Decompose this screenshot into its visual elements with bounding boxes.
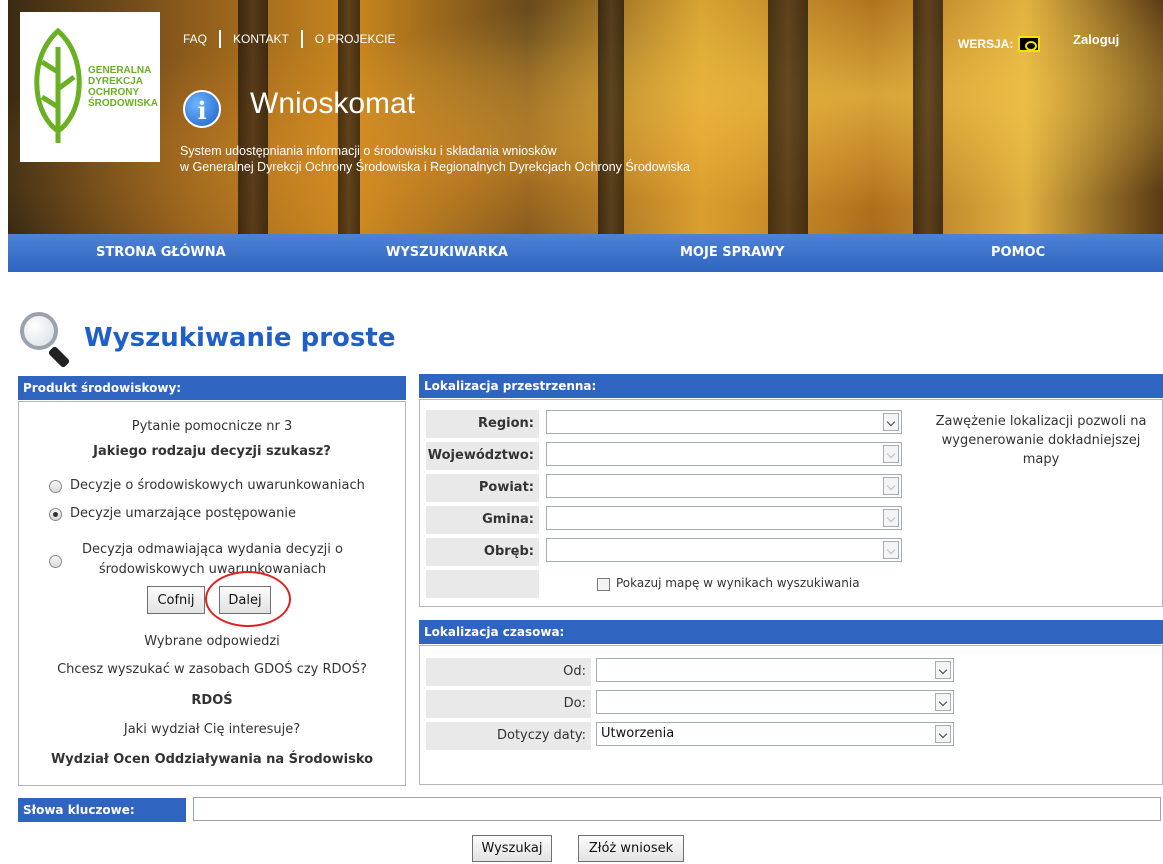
from-select[interactable]	[596, 658, 954, 682]
spatial-panel-heading: Lokalizacja przestrzenna:	[419, 374, 1163, 398]
spatial-panel: Region: Województwo: Powiat: Gmina: Obrę…	[419, 399, 1163, 607]
commune-select[interactable]	[546, 506, 902, 530]
answer-question: Jaki wydział Cię interesuje?	[123, 722, 301, 737]
chevron-down-icon	[883, 541, 899, 559]
faq-link[interactable]: FAQ	[183, 30, 222, 48]
magnifier-icon	[18, 310, 74, 369]
to-select[interactable]	[596, 690, 954, 714]
banner-tree-trunk	[768, 0, 808, 240]
keywords-input[interactable]	[193, 797, 1161, 821]
temporal-panel: Od: Do: Dotyczy daty: Utworzenia	[419, 645, 1163, 785]
question-number: Pytanie pomocnicze nr 3	[131, 419, 293, 434]
login-link[interactable]: Zaloguj	[1073, 32, 1119, 47]
chevron-down-icon	[935, 693, 951, 711]
main-nav: STRONA GŁÓWNA WYSZUKIWARKA MOJE SPRAWY P…	[8, 234, 1163, 272]
voivodeship-select[interactable]	[546, 442, 902, 466]
option-label: Decyzja odmawiająca wydania decyzji o śr…	[82, 540, 343, 580]
answers-heading: Wybrane odpowiedzi	[144, 634, 280, 649]
voivodeship-label: Województwo:	[426, 442, 539, 470]
question-text: Jakiego rodzaju decyzji szukasz?	[93, 444, 331, 459]
top-links: FAQ KONTAKT O PROJEKCIE	[183, 30, 407, 48]
option-row[interactable]: Decyzje o środowiskowych uwarunkowaniach	[49, 478, 365, 493]
option-label: Decyzje o środowiskowych uwarunkowaniach	[70, 478, 365, 493]
next-button[interactable]: Dalej	[219, 586, 271, 614]
chevron-down-icon	[883, 509, 899, 527]
commune-label: Gmina:	[426, 506, 539, 534]
product-panel: Pytanie pomocnicze nr 3 Jakiego rodzaju …	[18, 401, 406, 786]
info-icon: i	[183, 90, 221, 128]
logo-line: ŚRODOWISKA	[88, 98, 158, 109]
region-select[interactable]	[546, 410, 902, 434]
version-label: WERSJA:	[958, 37, 1014, 51]
option-label-line: środowiskowych uwarunkowaniach	[98, 562, 327, 577]
answer-value: RDOŚ	[191, 693, 233, 708]
magnifier-handle	[47, 345, 71, 369]
product-panel-heading: Produkt środowiskowy:	[18, 376, 406, 400]
spatial-hint: Zawężenie lokalizacji pozwoli na wygener…	[935, 414, 1147, 467]
option-label: Decyzje umarzające postępowanie	[70, 506, 297, 521]
from-label: Od:	[426, 658, 591, 686]
region-label: Region:	[426, 410, 539, 438]
keywords-label: Słowa kluczowe:	[18, 798, 186, 822]
option-label-line: Decyzja odmawiająca wydania decyzji o	[82, 542, 343, 557]
temporal-panel-heading: Lokalizacja czasowa:	[419, 620, 1163, 644]
version-switcher: WERSJA:	[958, 36, 1041, 52]
nav-search[interactable]: WYSZUKIWARKA	[386, 234, 508, 272]
nav-home[interactable]: STRONA GŁÓWNA	[96, 234, 226, 272]
gdos-logo[interactable]: GENERALNA DYREKCJA OCHRONY ŚRODOWISKA	[20, 12, 160, 162]
app-subtitle-line: System udostępniania informacji o środow…	[180, 144, 557, 158]
magnifier-lens	[20, 312, 58, 350]
show-map-checkbox[interactable]	[597, 578, 610, 591]
page-title: Wyszukiwanie proste	[84, 323, 396, 353]
logo-line: OCHRONY	[88, 87, 140, 98]
banner-tree-trunk	[913, 0, 943, 240]
date-type-select-value: Utworzenia	[601, 726, 675, 741]
to-label: Do:	[426, 690, 591, 718]
date-type-label: Dotyczy daty:	[426, 722, 591, 750]
chevron-down-icon	[935, 725, 951, 743]
nav-my-cases[interactable]: MOJE SPRAWY	[680, 234, 784, 272]
back-button[interactable]: Cofnij	[147, 586, 205, 614]
answer-question: Chcesz wyszukać w zasobach GDOŚ czy RDOŚ…	[57, 662, 367, 677]
logo-line: GENERALNA	[88, 65, 152, 76]
nav-help[interactable]: POMOC	[991, 234, 1045, 272]
app-subtitle-line: w Generalnej Dyrekcji Ochrony Środowiska…	[180, 160, 690, 174]
logo-text: GENERALNA DYREKCJA OCHRONY ŚRODOWISKA	[88, 65, 158, 109]
option-row[interactable]: Decyzje umarzające postępowanie	[49, 506, 296, 521]
county-label: Powiat:	[426, 474, 539, 502]
search-button[interactable]: Wyszukaj	[472, 835, 552, 862]
radio-button-checked[interactable]	[49, 508, 62, 521]
empty-label-cell	[426, 570, 539, 598]
county-select[interactable]	[546, 474, 902, 498]
leaf-logo-icon	[34, 27, 82, 143]
banner-tree-trunk	[598, 0, 624, 240]
chevron-down-icon	[883, 477, 899, 495]
date-type-select[interactable]: Utworzenia	[596, 722, 954, 746]
app-subtitle: System udostępniania informacji o środow…	[180, 143, 690, 175]
chevron-down-icon	[935, 661, 951, 679]
high-contrast-eye-icon[interactable]	[1018, 36, 1041, 52]
precinct-label: Obręb:	[426, 538, 539, 566]
chevron-down-icon	[883, 445, 899, 463]
logo-line: DYREKCJA	[88, 76, 144, 87]
page-title-block: Wyszukiwanie proste	[18, 310, 396, 369]
show-map-label: Pokazuj mapę w wynikach wyszukiwania	[616, 576, 860, 590]
app-title: Wnioskomat	[250, 87, 416, 120]
radio-button[interactable]	[49, 480, 62, 493]
radio-button[interactable]	[49, 554, 62, 568]
header-banner: GENERALNA DYREKCJA OCHRONY ŚRODOWISKA FA…	[8, 0, 1163, 272]
contact-link[interactable]: KONTAKT	[221, 30, 303, 48]
answer-value: Wydział Ocen Oddziaływania na Środowisko	[50, 752, 374, 767]
precinct-select[interactable]	[546, 538, 902, 562]
submit-request-button[interactable]: Złóż wniosek	[578, 835, 684, 862]
option-row[interactable]: Decyzja odmawiająca wydania decyzji o śr…	[49, 540, 343, 580]
about-project-link[interactable]: O PROJEKCIE	[303, 30, 408, 48]
chevron-down-icon	[883, 413, 899, 431]
